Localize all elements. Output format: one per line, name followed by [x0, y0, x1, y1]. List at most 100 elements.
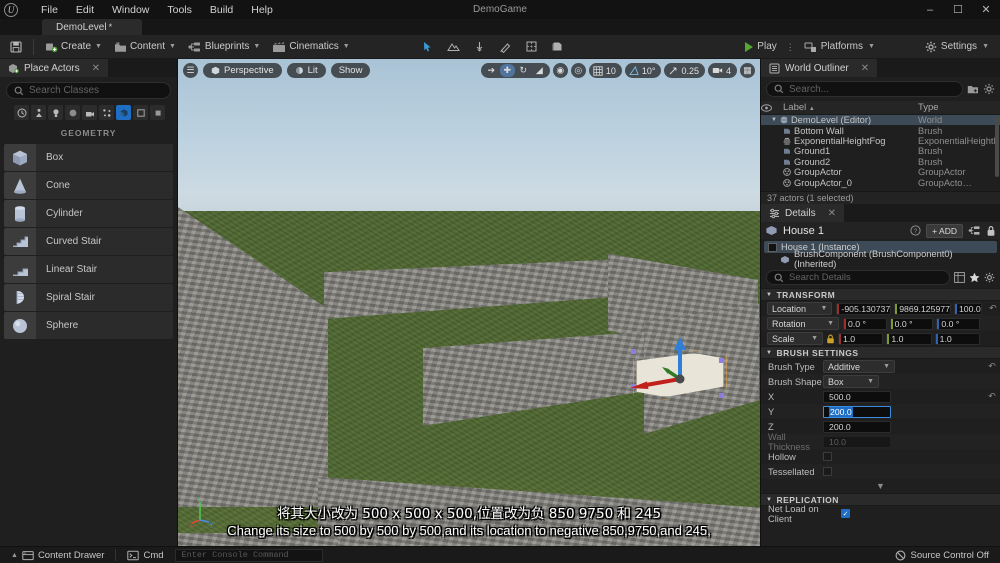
- angle-snap-control[interactable]: 10°: [624, 63, 662, 78]
- geometry-icon[interactable]: [116, 105, 131, 120]
- content-drawer-button[interactable]: ▲ Content Drawer: [6, 549, 109, 562]
- close-icon[interactable]: ✕: [972, 0, 1000, 19]
- tab-demolevel[interactable]: DemoLevel *: [42, 19, 142, 35]
- location-y-input[interactable]: 9869.125977: [894, 302, 951, 315]
- menu-help[interactable]: Help: [242, 2, 282, 18]
- scale-lock-icon[interactable]: [823, 334, 837, 344]
- brush-y-input[interactable]: 200.0: [823, 405, 891, 418]
- foliage-mode-icon[interactable]: [468, 37, 492, 57]
- tessellated-checkbox[interactable]: [823, 467, 832, 476]
- list-item[interactable]: Linear Stair: [4, 256, 173, 283]
- select-tool[interactable]: ➔: [484, 64, 499, 77]
- column-label[interactable]: Label ▲: [779, 102, 918, 113]
- location-x-input[interactable]: -905.130737: [836, 302, 892, 315]
- save-button[interactable]: [4, 37, 28, 56]
- landscape-mode-icon[interactable]: [442, 37, 466, 57]
- outliner-row-fog[interactable]: ExponentialHeightFog ExponentialHeightF…: [761, 136, 1000, 146]
- select-mode-icon[interactable]: [416, 37, 440, 57]
- volumes-icon[interactable]: [133, 105, 148, 120]
- cinematics-button[interactable]: Cinematics ▼: [266, 37, 355, 56]
- brush-settings-section-header[interactable]: ▼ BRUSH SETTINGS: [761, 346, 1000, 359]
- lock-icon[interactable]: [986, 225, 996, 237]
- camera-speed-control[interactable]: 4: [707, 63, 737, 78]
- visual-effects-icon[interactable]: [99, 105, 114, 120]
- brush-x-input[interactable]: 500.0: [823, 390, 891, 403]
- scale-x-input[interactable]: 1.0: [838, 332, 884, 345]
- show-menu-button[interactable]: Show: [330, 63, 371, 78]
- location-dropdown[interactable]: Location ▼: [767, 302, 833, 315]
- all-classes-icon[interactable]: [150, 105, 165, 120]
- outliner-scrollbar[interactable]: [995, 117, 999, 177]
- column-type[interactable]: Type: [918, 102, 1000, 113]
- basic-icon[interactable]: [31, 105, 46, 120]
- gear-icon[interactable]: [984, 272, 995, 283]
- tab-details[interactable]: Details ✕: [761, 204, 844, 222]
- scale-z-input[interactable]: 1.0: [934, 332, 980, 345]
- create-button[interactable]: Create ▼: [39, 37, 108, 56]
- rotation-dropdown[interactable]: Rotation ▼: [767, 317, 839, 330]
- rotation-y-input[interactable]: 0.0 °: [889, 317, 934, 330]
- list-item[interactable]: Box: [4, 144, 173, 171]
- viewport-menu-icon[interactable]: ☰: [183, 63, 198, 78]
- columns-icon[interactable]: [954, 272, 965, 283]
- search-input[interactable]: Search Classes: [6, 82, 171, 99]
- close-icon[interactable]: ✕: [828, 208, 836, 219]
- eye-icon[interactable]: [761, 103, 779, 112]
- outliner-row-groupactor[interactable]: GroupActor GroupActor: [761, 167, 1000, 177]
- console-command-input[interactable]: Enter Console Command: [174, 548, 323, 562]
- play-button[interactable]: Play: [738, 39, 783, 54]
- source-control-button[interactable]: Source Control Off: [890, 549, 994, 562]
- settings-button[interactable]: Settings ▼: [918, 39, 996, 55]
- component-row-brushcomponent[interactable]: BrushComponent (BrushComponent0) (Inheri…: [764, 249, 997, 269]
- outliner-search-input[interactable]: Search...: [766, 81, 963, 97]
- unreal-engine-logo[interactable]: U: [0, 0, 22, 19]
- play-options-icon[interactable]: ⋮: [786, 42, 795, 51]
- rotate-tool[interactable]: ↻: [516, 64, 531, 77]
- tab-world-outliner[interactable]: World Outliner ✕: [761, 59, 878, 77]
- scale-dropdown[interactable]: Scale ▼: [767, 332, 823, 345]
- world-coords-icon[interactable]: ◉: [552, 63, 568, 78]
- mesh-paint-mode-icon[interactable]: [494, 37, 518, 57]
- scale-snap-control[interactable]: 0.25: [664, 63, 705, 78]
- minimize-icon[interactable]: –: [916, 0, 944, 19]
- list-item[interactable]: Spiral Stair: [4, 284, 173, 311]
- brush-z-input[interactable]: 200.0: [823, 420, 891, 433]
- close-icon[interactable]: ✕: [92, 63, 100, 74]
- menu-window[interactable]: Window: [103, 2, 158, 18]
- details-search-input[interactable]: Search Details: [766, 270, 950, 285]
- cmd-button[interactable]: Cmd: [122, 549, 168, 562]
- outliner-row-ground2[interactable]: Ground2 Brush: [761, 157, 1000, 167]
- maximize-icon[interactable]: ☐: [944, 0, 972, 19]
- surface-snap-icon[interactable]: ◎: [570, 63, 586, 78]
- new-folder-icon[interactable]: [967, 83, 979, 95]
- tab-place-actors[interactable]: Place Actors ✕: [0, 59, 108, 77]
- list-item[interactable]: Cylinder: [4, 200, 173, 227]
- camera-mode-button[interactable]: Perspective: [203, 63, 282, 78]
- list-item[interactable]: Sphere: [4, 312, 173, 339]
- list-item[interactable]: Curved Stair: [4, 228, 173, 255]
- brush-settings-expander-icon[interactable]: ▼: [761, 479, 1000, 493]
- hollow-checkbox[interactable]: [823, 452, 832, 461]
- brush-shape-dropdown[interactable]: Box ▼: [823, 375, 879, 388]
- outliner-row-bottom-wall[interactable]: Bottom Wall Brush: [761, 125, 1000, 136]
- scale-tool[interactable]: ◢: [532, 64, 547, 77]
- shapes-icon[interactable]: [65, 105, 80, 120]
- fracture-mode-icon[interactable]: [520, 37, 544, 57]
- maximize-viewport-icon[interactable]: ▦: [740, 63, 755, 78]
- list-item[interactable]: Cone: [4, 172, 173, 199]
- menu-tools[interactable]: Tools: [158, 2, 201, 18]
- location-reset-icon[interactable]: ↶: [986, 303, 1000, 314]
- gear-icon[interactable]: [983, 83, 995, 95]
- blueprint-icon[interactable]: [968, 225, 981, 236]
- add-component-button[interactable]: + ADD: [926, 223, 963, 238]
- rotation-z-input[interactable]: 0.0 °: [936, 317, 981, 330]
- scale-y-input[interactable]: 1.0: [886, 332, 932, 345]
- level-viewport[interactable]: ☰ Perspective Lit Show ➔ ✚ ↻ ◢ ◉ ◎ 10 10…: [178, 59, 760, 546]
- brush-type-dropdown[interactable]: Additive ▼: [823, 360, 895, 373]
- star-icon[interactable]: [969, 272, 980, 283]
- outliner-row-demolevel[interactable]: ▼ DemoLevel (Editor) World: [761, 115, 1000, 126]
- move-gizmo[interactable]: [618, 327, 728, 407]
- rotation-x-input[interactable]: 0.0 °: [843, 317, 887, 330]
- location-z-input[interactable]: 100.0: [953, 302, 982, 315]
- platforms-button[interactable]: Platforms ▼: [797, 39, 882, 55]
